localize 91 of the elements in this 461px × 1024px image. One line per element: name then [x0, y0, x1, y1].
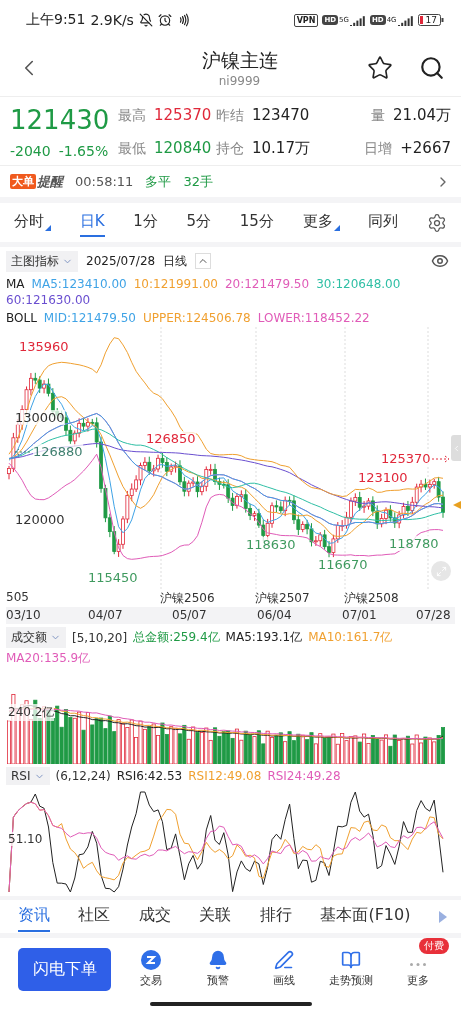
price-label: 130000: [15, 410, 65, 425]
legend-value: 10:121991.00: [133, 277, 218, 291]
price-label: 120000: [15, 512, 65, 527]
toolbar-action[interactable]: 走势预测: [324, 950, 379, 988]
stat-label: 日增: [364, 140, 393, 159]
period-tab[interactable]: 分时: [14, 208, 51, 237]
price-label: 116670: [318, 557, 368, 572]
network-speed: 2.9K/s: [90, 12, 134, 28]
legend-value: MA10:161.7亿: [308, 629, 393, 646]
last-price: 121430: [10, 105, 111, 135]
stat-label: 最高: [118, 106, 146, 125]
stat-value: +2667: [400, 139, 451, 158]
price-label: 118630: [246, 537, 296, 552]
date-label: 03/10: [6, 608, 41, 622]
period-tab[interactable]: 日K: [79, 208, 105, 237]
stat-label: 持仓: [216, 140, 244, 159]
instrument-code: ni9999: [218, 74, 261, 88]
indicator-params: [5,10,20]: [72, 630, 128, 645]
price-label: 126880: [33, 444, 83, 459]
battery-level: 17: [425, 15, 437, 25]
percent-change: -1.65%: [58, 143, 109, 159]
alert-time: 00:58:11: [75, 174, 134, 189]
date-label: 07/01: [342, 608, 377, 622]
date-label: 07/28: [416, 608, 451, 622]
contract-label: 505: [6, 590, 29, 604]
price-label: 123100: [358, 470, 408, 485]
date-label: 05/07: [172, 608, 207, 622]
stat-label: 最低: [118, 140, 146, 159]
contract-label: 沪镍2506: [160, 590, 215, 607]
chart-date: 2025/07/28: [86, 254, 156, 268]
info-tab[interactable]: 社区: [78, 901, 111, 932]
quick-order-button[interactable]: 闪电下单: [18, 947, 111, 991]
toolbar-action[interactable]: 预警: [190, 950, 245, 988]
period-tab[interactable]: 5分: [186, 208, 212, 237]
period-tab[interactable]: 更多: [302, 208, 340, 237]
legend-value: MID:121479.50: [43, 311, 136, 325]
info-tab[interactable]: 关联: [199, 901, 232, 932]
indicator-params: (6,12,24): [55, 769, 111, 783]
price-label: 135960: [19, 339, 69, 354]
info-tab[interactable]: 基本面(F10): [320, 901, 411, 932]
period-tab[interactable]: 15分: [239, 208, 274, 237]
legend-value: RSI12:49.08: [188, 769, 262, 783]
toolbar-action[interactable]: 画线: [257, 950, 312, 988]
price-label: 126850: [146, 431, 196, 446]
instrument-name: 沪镍主连: [201, 48, 278, 73]
paid-badge: 付费: [419, 938, 449, 954]
alert-size: 32手: [183, 172, 213, 191]
info-tab[interactable]: 资讯: [18, 901, 50, 932]
stat-value: 21.04万: [393, 105, 451, 125]
stat-value: 10.17万: [252, 139, 310, 159]
price-label: 115450: [88, 570, 138, 585]
stat-value: 123470: [252, 105, 310, 124]
clock: 上午9:51: [26, 11, 86, 29]
rsi-axis-label: 51.10: [8, 832, 43, 846]
legend-name: BOLL: [6, 311, 37, 325]
price-change: -2040: [10, 143, 51, 159]
stat-value: 120840: [154, 139, 212, 158]
contract-label: 沪镍2508: [344, 590, 399, 607]
main-indicator-selector[interactable]: 主图指标: [6, 250, 78, 272]
legend-name: MA: [6, 277, 25, 291]
vpn-badge: VPN: [293, 13, 319, 27]
stat-value: 125370: [154, 105, 212, 124]
legend-value: RSI6:42.53: [116, 769, 183, 783]
legend-value: UPPER:124506.78: [142, 311, 251, 325]
stat-label: 量: [371, 106, 386, 125]
period-tab[interactable]: 1分: [133, 208, 158, 237]
legend-value: RSI24:49.28: [267, 769, 341, 783]
price-label: 125370: [381, 451, 431, 466]
date-label: 04/07: [88, 608, 123, 622]
legend-value: MA5:123410.00: [31, 277, 127, 291]
alert-title: 提醒: [37, 172, 63, 191]
toolbar-action[interactable]: 交易: [123, 950, 178, 988]
info-tab[interactable]: 成交: [138, 901, 171, 932]
date-label: 06/04: [257, 608, 292, 622]
contract-label: 沪镍2507: [255, 590, 310, 607]
legend-value: 60:121630.00: [6, 293, 91, 307]
legend-value: LOWER:118452.22: [257, 311, 370, 325]
price-label: 118780: [389, 536, 439, 551]
legend-value: 20:121479.50: [224, 277, 310, 291]
legend-value: MA20:135.9亿: [6, 650, 91, 667]
stat-label: 昨结: [216, 106, 244, 125]
big-order-tag: 大单: [10, 174, 36, 189]
rsi-indicator-selector[interactable]: RSI: [6, 767, 50, 785]
chart-period: 日线: [163, 252, 188, 270]
info-tab[interactable]: 排行: [259, 901, 292, 932]
legend-value: 30:120648.00: [316, 277, 401, 291]
volume-indicator-selector[interactable]: 成交额: [6, 627, 66, 648]
legend-value: MA5:193.1亿: [225, 629, 303, 646]
period-tab[interactable]: 同列: [368, 208, 399, 237]
alert-action: 多平: [145, 172, 172, 191]
legend-value: 总金额:259.4亿: [133, 629, 220, 646]
